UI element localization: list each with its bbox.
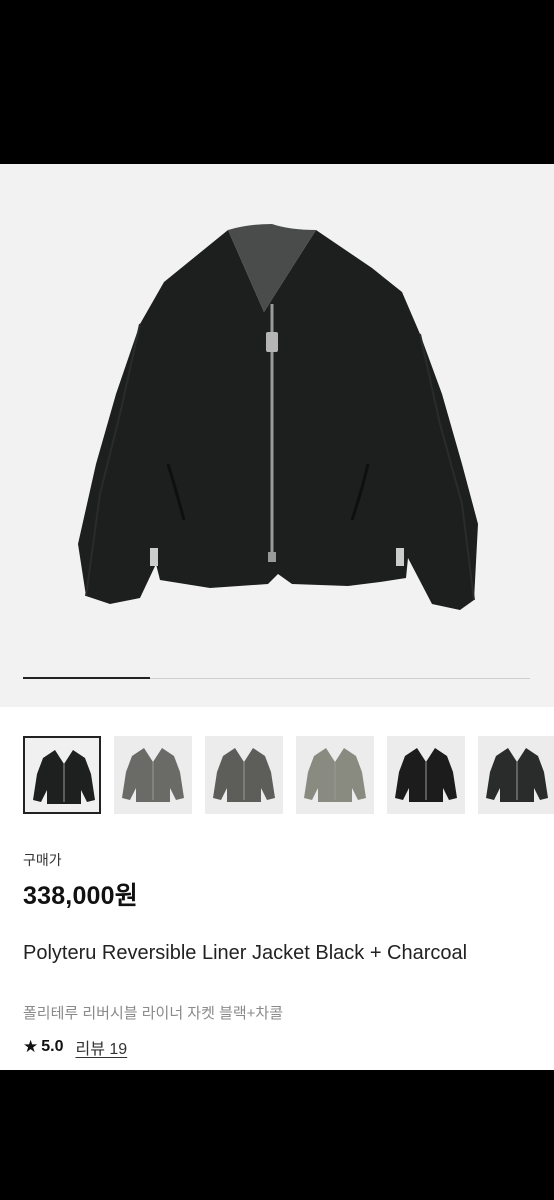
thumbnail-black-jacket-worn[interactable] [387,736,465,814]
bottom-black-bar [0,1070,554,1200]
image-progress-fill [23,677,150,679]
thumbnail-khaki-quilted-jacket[interactable] [296,736,374,814]
main-product-image[interactable] [0,164,554,707]
product-title: Polyteru Reversible Liner Jacket Black +… [23,942,468,964]
thumbnail-strip [23,736,554,816]
thumbnail-black-jacket-worn-alt[interactable] [478,736,554,814]
rating-row: ★ 5.0 리뷰 19 [23,1035,127,1059]
jacket-image [78,224,478,610]
thumbnail-black-jacket[interactable] [23,736,101,814]
top-black-bar [0,0,554,164]
reviews-link[interactable]: 리뷰 19 [76,1035,128,1059]
image-progress-track [23,677,530,679]
star-icon: ★ [23,1037,39,1056]
thumbnail-charcoal-quilted-jacket[interactable] [114,736,192,814]
thumbnail-charcoal-quilted-jacket-alt[interactable] [205,736,283,814]
product-page: 구매가 338,000원 Polyteru Reversible Liner J… [0,164,554,1070]
price-label: 구매가 [23,852,62,868]
price: 338,000원 [23,882,138,910]
rating-value: 5.0 [41,1038,64,1055]
product-subtitle: 폴리테루 리버시블 라이너 자켓 블랙+차콜 [23,1005,284,1022]
